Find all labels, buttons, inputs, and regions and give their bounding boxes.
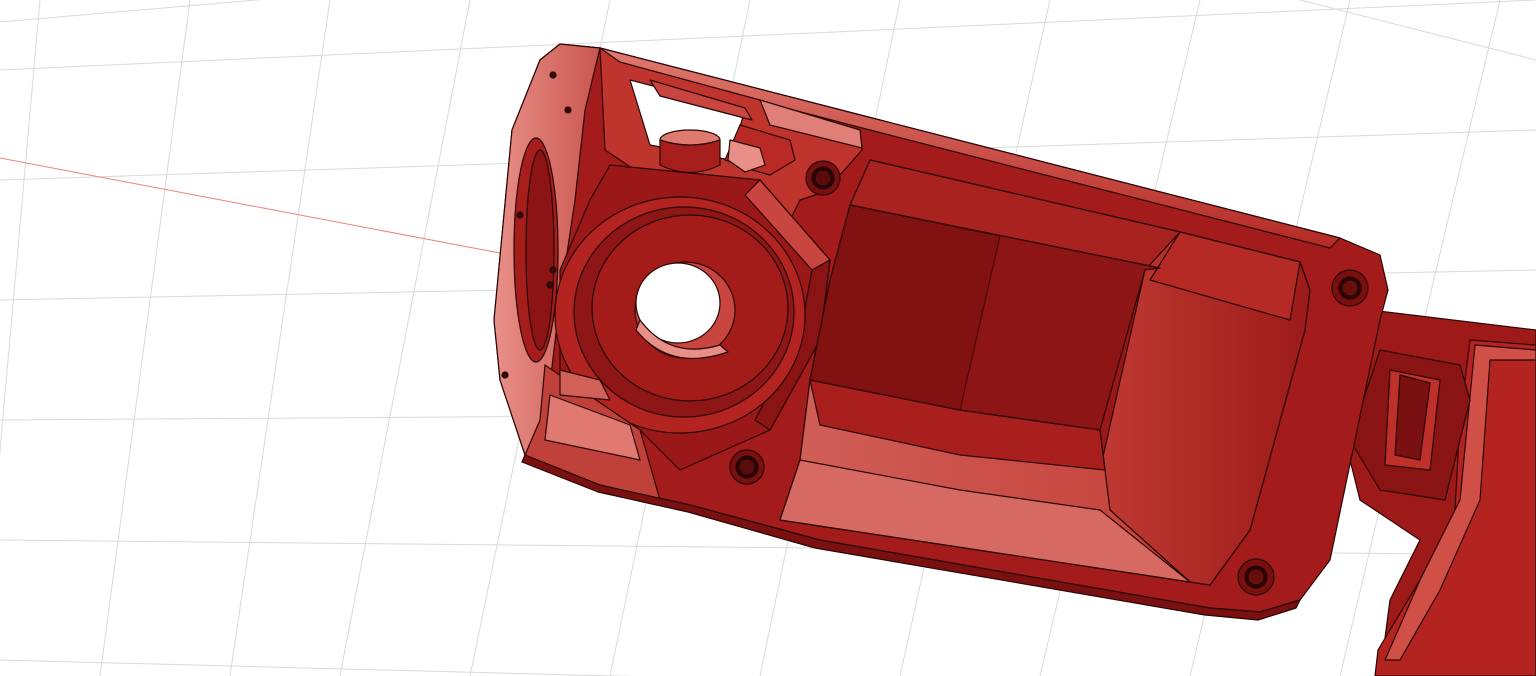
housing-part[interactable]: [493, 43, 1536, 676]
mount-hole[interactable]: [564, 106, 572, 114]
mount-hole[interactable]: [549, 266, 557, 274]
viewport-canvas[interactable]: [0, 0, 1536, 676]
mount-hole[interactable]: [501, 371, 509, 379]
mount-hole[interactable]: [549, 71, 557, 79]
mount-hole[interactable]: [516, 211, 524, 219]
mount-hole[interactable]: [546, 281, 554, 289]
3d-viewport[interactable]: [0, 0, 1536, 676]
